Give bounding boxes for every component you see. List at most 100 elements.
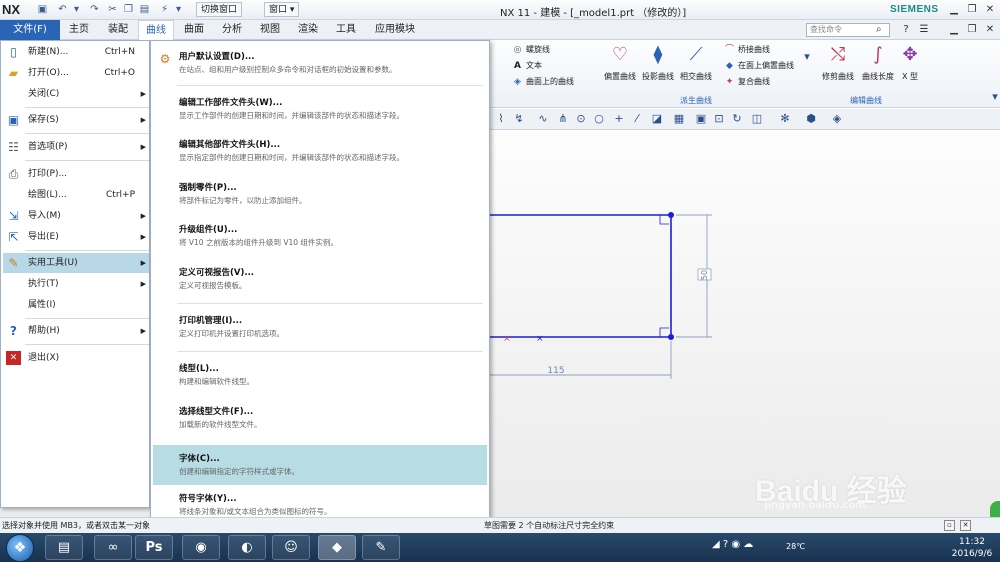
firefox-icon[interactable]: ◐: [228, 535, 266, 560]
window-button[interactable]: 窗口 ▾: [264, 2, 300, 17]
snap-circle-icon[interactable]: ○: [592, 112, 606, 126]
browser-icon[interactable]: ◉: [182, 535, 220, 560]
submenu-item-force-piece-part[interactable]: 强制零件(P)... 将部件标记为零件，以防止添加组件。: [153, 176, 487, 212]
paste-icon[interactable]: ▤: [138, 3, 151, 16]
menu-item-preferences[interactable]: ☷ 首选项(P) ▶: [3, 137, 149, 157]
tab-curve[interactable]: 曲线: [138, 20, 174, 40]
display-mode-icon[interactable]: ⬢: [804, 112, 818, 126]
copy-icon[interactable]: ❐: [122, 3, 135, 16]
tab-surface[interactable]: 曲面: [176, 20, 212, 40]
start-button[interactable]: ❖: [6, 534, 34, 562]
redo-icon[interactable]: ↷: [88, 3, 101, 16]
help-icon[interactable]: ?: [898, 22, 914, 37]
ribbon-dropdown-icon[interactable]: ▾: [988, 90, 1000, 104]
command-dropdown-icon[interactable]: ▾: [172, 3, 185, 16]
paint-icon[interactable]: ✎: [362, 535, 400, 560]
tab-view[interactable]: 视图: [252, 20, 288, 40]
restore-icon[interactable]: ❐: [964, 2, 980, 17]
photoshop-icon[interactable]: Ps: [135, 535, 173, 560]
submenu-item-upgrade-components[interactable]: 升级组件(U)... 将 V10 之前版本的组件升级到 V10 组件实例。: [153, 218, 487, 254]
tab-assembly[interactable]: 装配: [100, 20, 136, 40]
menu-item-plot[interactable]: 绘图(L)... Ctrl+P: [3, 185, 149, 205]
offset-in-face-icon: ◆: [726, 61, 733, 71]
curve-on-surface-button[interactable]: ◈ 曲面上的曲线: [512, 75, 574, 89]
snap-face-icon[interactable]: ◪: [650, 112, 664, 126]
settings-icon[interactable]: ☰: [916, 22, 932, 37]
submenu-item-character-font[interactable]: 字体(C)... 创建和编辑指定的字符样式或字体。: [153, 445, 487, 485]
tab-home[interactable]: 主页: [62, 20, 96, 40]
bridge-curve-button[interactable]: ⌒ 桥接曲线: [724, 43, 770, 57]
doc-minimize-icon[interactable]: ▁: [946, 22, 962, 37]
submenu-item-edit-other-header[interactable]: 编辑其他部件文件头(H)... 显示指定部件的创建日期和时间，并编辑该部件的状态和…: [153, 133, 487, 169]
text-button[interactable]: A 文本: [512, 59, 542, 73]
status-toggle-icon[interactable]: ▫: [944, 520, 955, 531]
submenu-item-customer-defaults[interactable]: ⚙ 用户默认设置(D)... 在站点、组和用户级别控制众多命令和对话框的初始设置和参…: [153, 45, 487, 81]
tangent-curves-icon[interactable]: ↯: [512, 112, 526, 126]
command-finder-icon[interactable]: ⚡: [158, 3, 171, 16]
fit-icon[interactable]: ▣: [694, 112, 708, 126]
project-curve-button[interactable]: ⧫ 投影曲线: [638, 42, 678, 82]
system-clock[interactable]: 11:32 2016/9/6: [946, 536, 998, 560]
save-icon[interactable]: ▣: [36, 3, 49, 16]
submenu-item-edit-work-header[interactable]: 编辑工作部件文件头(W)... 显示工作部件的创建日期和时间，并编辑该部件的状态和…: [153, 91, 487, 127]
offset-in-face-button[interactable]: ◆ 在面上偏置曲线: [724, 59, 794, 73]
menu-item-export[interactable]: ⇱ 导出(E) ▶: [3, 227, 149, 247]
menu-item-utilities[interactable]: ✎ 实用工具(U) ▶: [3, 253, 149, 273]
menu-item-help[interactable]: ? 帮助(H) ▶: [3, 321, 149, 341]
show-hide-icon[interactable]: ◈: [830, 112, 844, 126]
x-form-button[interactable]: ✥ X 型: [890, 42, 930, 82]
menu-item-open[interactable]: ▰ 打开(O)... Ctrl+O: [3, 63, 149, 83]
rotate-icon[interactable]: ↻: [730, 112, 744, 126]
menu-item-properties[interactable]: 属性(I): [3, 295, 149, 315]
tab-render[interactable]: 渲染: [290, 20, 326, 40]
intersection-curve-button[interactable]: ⟋ 相交曲线: [676, 42, 716, 82]
submenu-item-visual-report[interactable]: 定义可视报告(V)... 定义可视报告模板。: [153, 261, 487, 297]
status-toggle-icon[interactable]: ✕: [960, 520, 971, 531]
submenu-item-line-font[interactable]: 线型(L)... 构建和编辑软件线型。: [153, 357, 487, 393]
snap-center-icon[interactable]: ⊙: [574, 112, 588, 126]
spline-icon[interactable]: ∿: [536, 112, 550, 126]
submenu-item-printer-admin[interactable]: 打印机管理(I)... 定义打印机并设置打印机选项。: [153, 309, 487, 345]
derived-curve-dropdown-icon[interactable]: ▾: [800, 50, 814, 64]
intersect-icon[interactable]: ⋔: [556, 112, 570, 126]
orient-icon[interactable]: ✻: [778, 112, 792, 126]
explorer-icon[interactable]: ▤: [45, 535, 83, 560]
offset-curve-icon: ♡: [611, 44, 629, 65]
snap-line-icon[interactable]: ⁄: [630, 112, 644, 126]
offset-curve-button[interactable]: ♡ 偏置曲线: [600, 42, 640, 82]
menu-item-print[interactable]: ⎙ 打印(P)...: [3, 164, 149, 184]
curve-rule-icon[interactable]: ⌇: [494, 112, 508, 126]
doc-restore-icon[interactable]: ❐: [964, 22, 980, 37]
menu-item-exit[interactable]: ✕ 退出(X): [3, 348, 149, 368]
cut-icon[interactable]: ✂: [106, 3, 119, 16]
undo-icon[interactable]: ↶: [56, 3, 69, 16]
doc-close-icon[interactable]: ✕: [982, 22, 998, 37]
system-tray[interactable]: ◢ ? ◉ ☁: [712, 539, 753, 550]
tab-file[interactable]: 文件(F): [0, 20, 60, 40]
tab-applications[interactable]: 应用模块: [366, 20, 424, 40]
snap-point-icon[interactable]: +: [612, 112, 626, 126]
minimize-icon[interactable]: ▁: [946, 2, 962, 17]
submenu-arrow-icon: ▶: [140, 90, 146, 98]
undo-dropdown-icon[interactable]: ▾: [70, 3, 83, 16]
composite-curve-button[interactable]: ✦ 复合曲线: [724, 75, 770, 89]
zoom-icon[interactable]: ⊡: [712, 112, 726, 126]
user-app-icon[interactable]: ☺: [272, 535, 310, 560]
nx-taskbar-icon[interactable]: ◆: [318, 535, 356, 560]
menu-item-save[interactable]: ▣ 保存(S) ▶: [3, 110, 149, 130]
search-icon[interactable]: ⌕: [876, 24, 882, 35]
menu-item-new[interactable]: ▯ 新建(N)... Ctrl+N: [3, 42, 149, 62]
trim-curve-button[interactable]: ⤭ 修剪曲线: [818, 42, 858, 82]
menu-item-import[interactable]: ⇲ 导入(M) ▶: [3, 206, 149, 226]
view-icon[interactable]: ▦: [672, 112, 686, 126]
switch-window-button[interactable]: 切换窗口: [196, 2, 243, 17]
baidu-netdisk-icon[interactable]: ∞: [94, 535, 132, 560]
tab-analysis[interactable]: 分析: [214, 20, 250, 40]
helix-button[interactable]: ◎ 螺旋线: [512, 43, 550, 57]
menu-item-execute[interactable]: 执行(T) ▶: [3, 274, 149, 294]
menu-item-close[interactable]: 关闭(C) ▶: [3, 84, 149, 104]
tab-tools[interactable]: 工具: [328, 20, 364, 40]
submenu-item-select-line-font-file[interactable]: 选择线型文件(F)... 加载新的软件线型文件。: [153, 400, 487, 436]
close-icon[interactable]: ✕: [982, 2, 998, 17]
render-icon[interactable]: ◫: [750, 112, 764, 126]
